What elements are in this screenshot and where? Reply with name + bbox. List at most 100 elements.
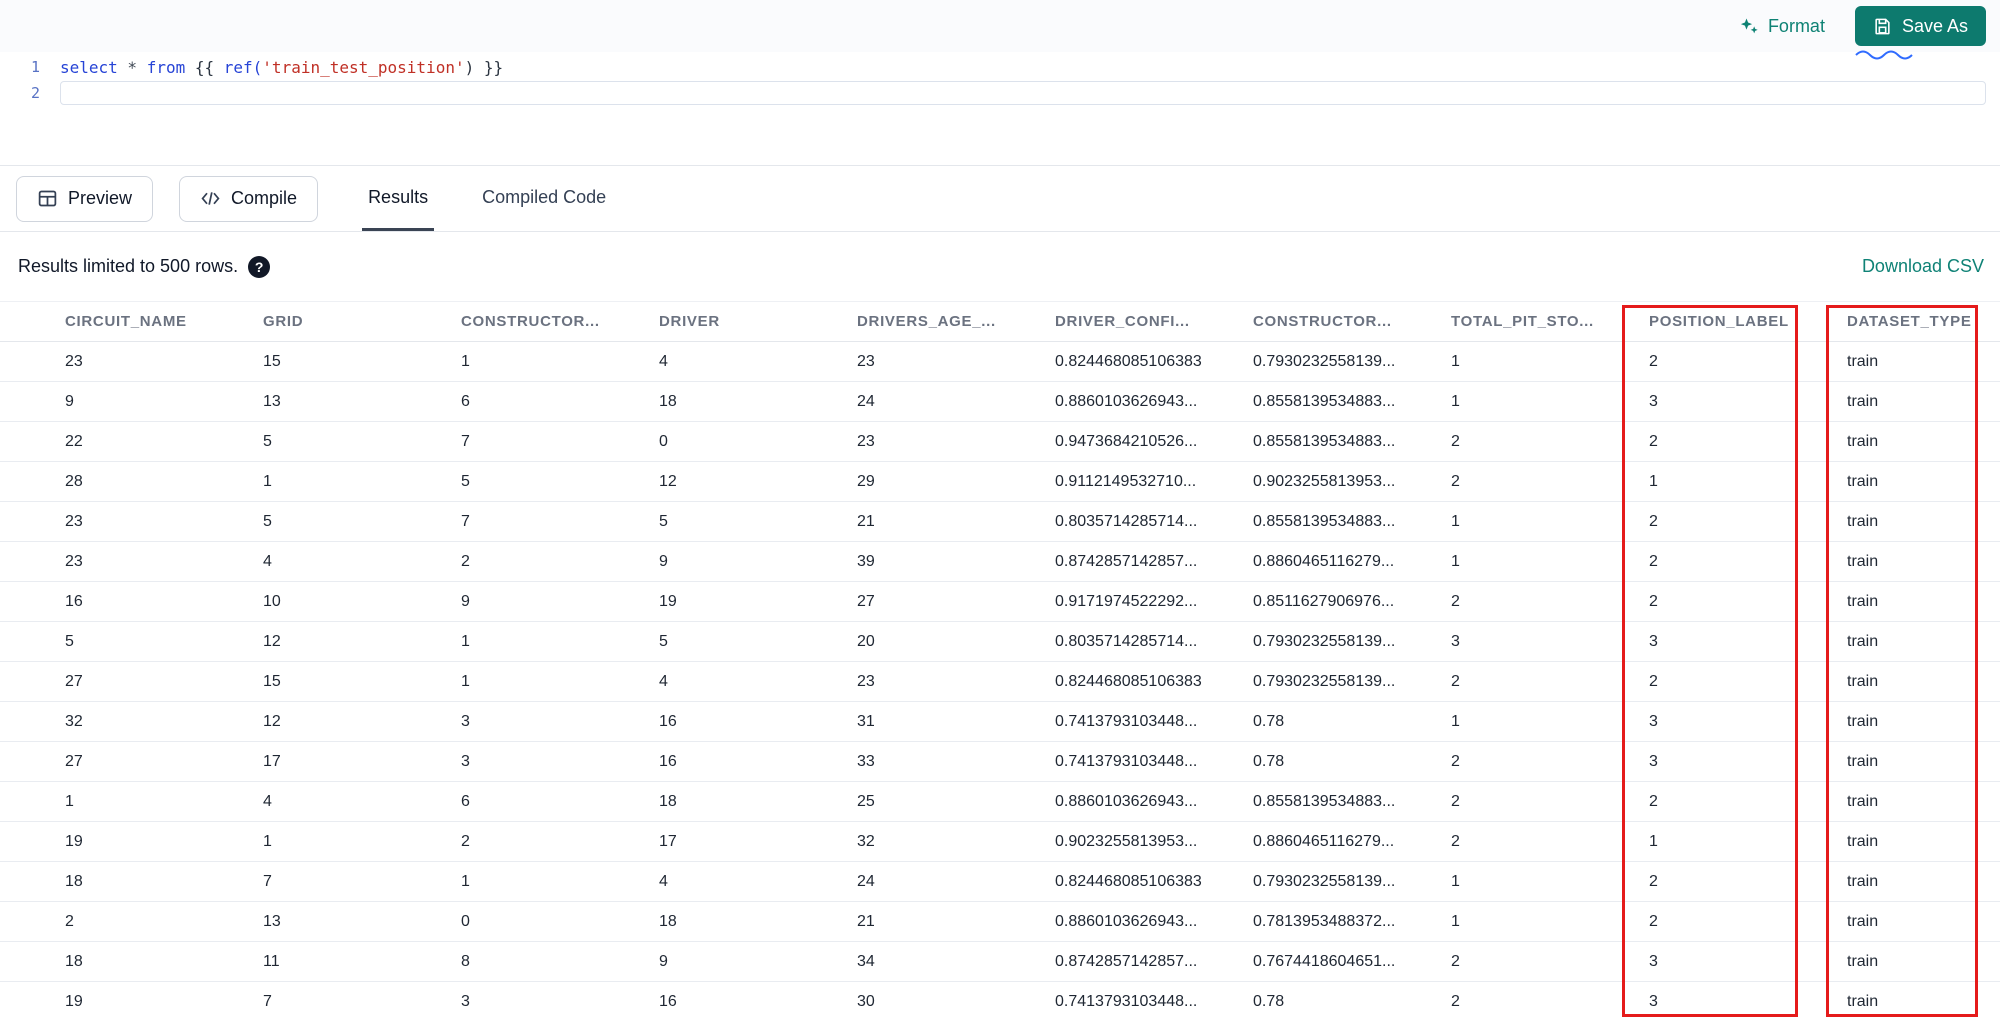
table-cell: 1 xyxy=(263,472,272,490)
table-cell: 3 xyxy=(461,992,470,1010)
table-row[interactable]: 18 11 8 9 34 0.8742857142857... 0.767441860465… xyxy=(0,942,2000,982)
table-cell: 23 xyxy=(857,352,875,370)
results-bar: Results limited to 500 rows. ? Download … xyxy=(0,232,2000,302)
code-token: * xyxy=(117,57,147,77)
column-header[interactable]: GRID xyxy=(263,313,461,330)
compile-button[interactable]: Compile xyxy=(179,175,319,222)
column-header[interactable]: DRIVER xyxy=(659,313,857,330)
code-editor[interactable]: 1 select * from {{ ref('train_test_positi… xyxy=(0,52,2000,166)
table-cell: 2 xyxy=(1451,432,1460,450)
column-header[interactable]: TOTAL_PIT_STO... xyxy=(1451,313,1649,330)
table-cell: train xyxy=(1847,352,1879,370)
table-cell: 21 xyxy=(857,512,875,530)
code-content[interactable] xyxy=(60,81,1986,105)
table-cell: 7 xyxy=(461,432,470,450)
column-header[interactable]: CONSTRUCTOR... xyxy=(461,313,659,330)
table-cell: 0.8742857142857... xyxy=(1055,552,1198,570)
table-cell: 19 xyxy=(65,992,83,1010)
code-line[interactable]: 1 select * from {{ ref('train_test_positi… xyxy=(0,54,2000,80)
table-cell: 1 xyxy=(1451,872,1460,890)
tab-compiled-code[interactable]: Compiled Code xyxy=(476,166,612,231)
table-cell: 0.8511627906976... xyxy=(1253,592,1395,610)
table-cell: 19 xyxy=(659,592,677,610)
table-cell: train xyxy=(1847,832,1879,850)
table-cell: 0.8860465116279... xyxy=(1253,552,1395,570)
table-cell: 2 xyxy=(1649,672,1658,690)
table-cell: 0.8742857142857... xyxy=(1055,952,1198,970)
code-content[interactable]: select * from {{ ref('train_test_positio… xyxy=(60,55,1986,79)
table-row[interactable]: 27 17 3 16 33 0.7413793103448... 0.78 2 3 train xyxy=(0,742,2000,782)
table-row[interactable]: 19 1 2 17 32 0.9023255813953... 0.886046511627… xyxy=(0,822,2000,862)
table-row[interactable]: 22 5 7 0 23 0.9473684210526... 0.8558139534883… xyxy=(0,422,2000,462)
table-cell: 2 xyxy=(65,912,74,930)
table-cell: train xyxy=(1847,392,1879,410)
table-row[interactable]: 1 4 6 18 25 0.8860103626943... 0.8558139534883… xyxy=(0,782,2000,822)
table-cell: train xyxy=(1847,872,1879,890)
table-cell: train xyxy=(1847,952,1879,970)
preview-button[interactable]: Preview xyxy=(16,175,154,222)
table-cell: 4 xyxy=(659,872,668,890)
table-cell: 24 xyxy=(857,392,875,410)
table-row[interactable]: 23 5 7 5 21 0.8035714285714... 0.8558139534883… xyxy=(0,502,2000,542)
results-limit-text: Results limited to 500 rows. xyxy=(18,256,239,276)
table-cell: 5 xyxy=(461,472,470,490)
code-token: ) }} xyxy=(464,57,504,77)
table-cell: 3 xyxy=(1649,752,1658,770)
table-cell: 1 xyxy=(461,632,470,650)
table-row[interactable]: 19 7 3 16 30 0.7413793103448... 0.78 2 3 train xyxy=(0,982,2000,1020)
table-cell: 2 xyxy=(1451,472,1460,490)
table-row[interactable]: 28 1 5 12 29 0.9112149532710... 0.902325581395… xyxy=(0,462,2000,502)
table-cell: 2 xyxy=(1649,912,1658,930)
table-cell: 4 xyxy=(263,792,272,810)
table-cell: 31 xyxy=(857,712,875,730)
help-icon[interactable]: ? xyxy=(248,255,271,278)
table-cell: 3 xyxy=(1649,992,1658,1010)
table-icon xyxy=(37,188,58,209)
results-tabs: Results Compiled Code xyxy=(362,166,612,231)
table-cell: 0.7413793103448... xyxy=(1055,712,1198,730)
table-header: CIRCUIT_NAME GRID CONSTRUCTOR... DRIVER DRIV… xyxy=(0,302,2000,342)
table-row[interactable]: 18 7 1 4 24 0.824468085106383 0.7930232558139.… xyxy=(0,862,2000,902)
column-header[interactable]: DRIVER_CONFI... xyxy=(1055,313,1253,330)
table-cell: 23 xyxy=(65,352,83,370)
table-cell: 0.824468085106383 xyxy=(1055,352,1202,370)
column-header[interactable]: DATASET_TYPE xyxy=(1847,313,2000,330)
table-cell: 0.78 xyxy=(1253,712,1285,730)
table-cell: train xyxy=(1847,792,1879,810)
column-header[interactable]: DRIVERS_AGE_... xyxy=(857,313,1055,330)
format-button-label: Format xyxy=(1767,15,1825,36)
table-row[interactable]: 27 15 1 4 23 0.824468085106383 0.7930232558139… xyxy=(0,662,2000,702)
table-row[interactable]: 2 13 0 18 21 0.8860103626943... 0.781395348837… xyxy=(0,902,2000,942)
table-cell: train xyxy=(1847,512,1879,530)
sql-ide-app: Format Save As 1 select * from {{ ref('tr… xyxy=(0,0,2000,1020)
table-row[interactable]: 9 13 6 18 24 0.8860103626943... 0.855813953488… xyxy=(0,382,2000,422)
table-cell: 1 xyxy=(1451,552,1460,570)
table-cell: 1 xyxy=(1451,712,1460,730)
table-cell: 23 xyxy=(65,552,83,570)
tab-results[interactable]: Results xyxy=(362,166,435,231)
table-cell: 1 xyxy=(461,352,470,370)
code-line[interactable]: 2 xyxy=(0,80,2000,106)
column-header[interactable]: CONSTRUCTOR... xyxy=(1253,313,1451,330)
table-cell: 8 xyxy=(461,952,470,970)
table-cell: 18 xyxy=(659,392,677,410)
action-bar: Preview Compile Results Compiled Code xyxy=(0,166,2000,232)
table-cell: 2 xyxy=(1649,512,1658,530)
table-row[interactable]: 5 12 1 5 20 0.8035714285714... 0.7930232558139… xyxy=(0,622,2000,662)
column-header[interactable]: POSITION_LABEL xyxy=(1649,313,1847,330)
save-as-button[interactable]: Save As xyxy=(1854,6,1986,46)
table-row[interactable]: 23 4 2 9 39 0.8742857142857... 0.8860465116279… xyxy=(0,542,2000,582)
format-button[interactable]: Format xyxy=(1739,16,1825,37)
table-cell: 32 xyxy=(65,712,83,730)
table-cell: 0.7930232558139... xyxy=(1253,672,1396,690)
table-cell: 18 xyxy=(659,912,677,930)
column-header[interactable]: CIRCUIT_NAME xyxy=(65,313,263,330)
table-cell: 3 xyxy=(1649,712,1658,730)
download-csv-link[interactable]: Download CSV xyxy=(1862,256,1984,277)
table-row[interactable]: 16 10 9 19 27 0.9171974522292... 0.85116279069… xyxy=(0,582,2000,622)
table-cell: 2 xyxy=(1451,792,1460,810)
code-token: 'train_test_position' xyxy=(262,57,465,77)
table-row[interactable]: 23 15 1 4 23 0.824468085106383 0.7930232558139… xyxy=(0,342,2000,382)
table-row[interactable]: 32 12 3 16 31 0.7413793103448... 0.78 1 3 train xyxy=(0,702,2000,742)
preview-button-label: Preview xyxy=(68,188,133,208)
